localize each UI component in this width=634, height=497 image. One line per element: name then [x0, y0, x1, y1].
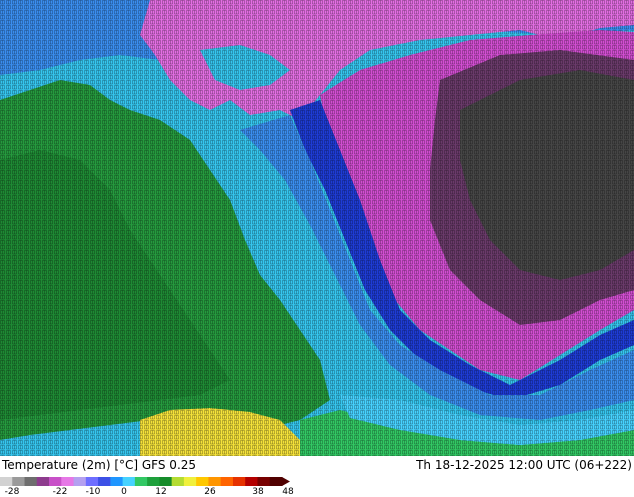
value-grid-overlay [0, 0, 634, 456]
legend-tick: -28 [4, 487, 20, 497]
legend-tick: -10 [85, 487, 101, 497]
map-footer: Temperature (2m) [°C] GFS 0.25 Th 18-12-… [0, 456, 634, 497]
legend-tick: 12 [155, 487, 167, 497]
legend-tick: -22 [52, 487, 68, 497]
map-timestamp: Th 18-12-2025 12:00 UTC (06+222) [416, 458, 632, 472]
temperature-map [0, 0, 634, 456]
legend-tick: 0 [121, 487, 127, 497]
legend-tick: 38 [252, 487, 264, 497]
legend-tick: 26 [204, 487, 216, 497]
map-title: Temperature (2m) [°C] GFS 0.25 [2, 458, 197, 472]
map-canvas [0, 0, 634, 456]
legend-tick: 48 [282, 487, 294, 497]
